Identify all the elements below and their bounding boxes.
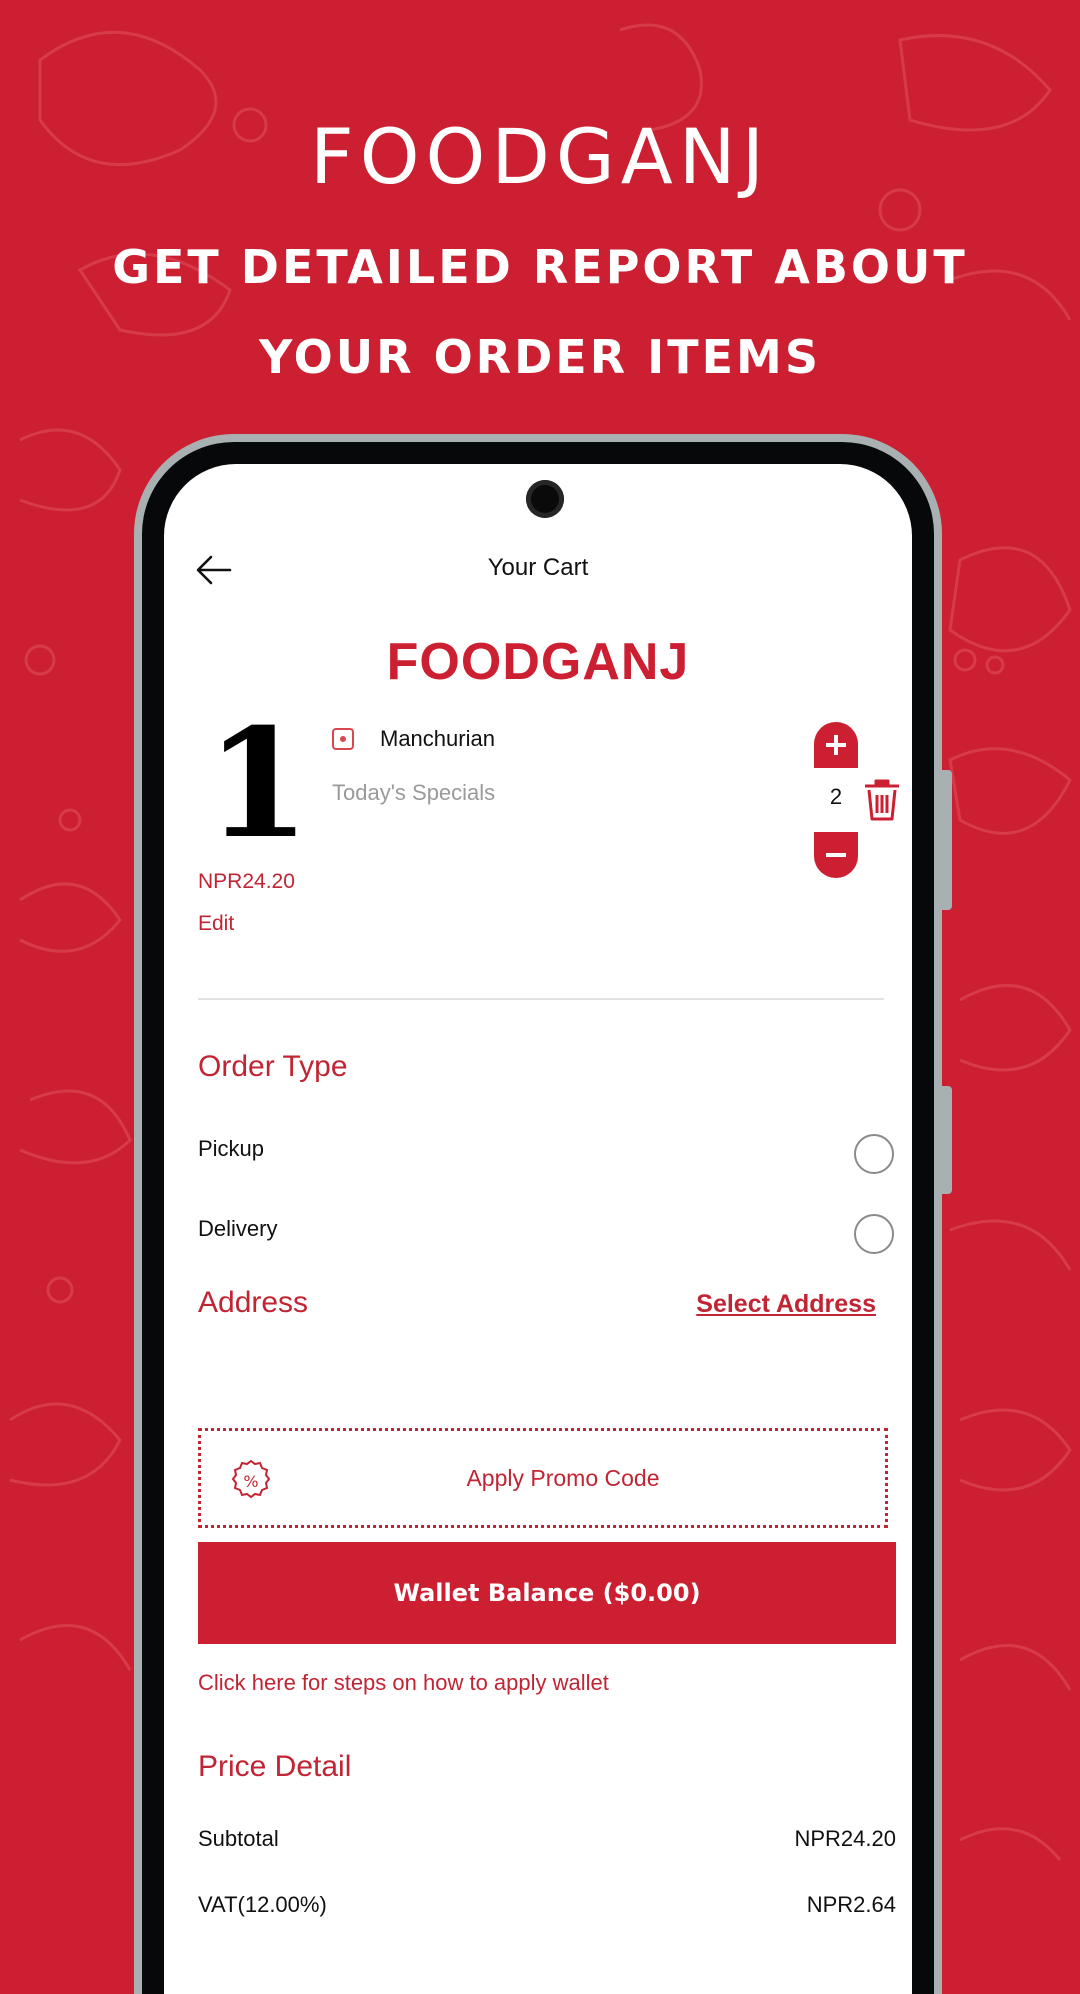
price-row-label: VAT(12.00%) — [198, 1892, 327, 1917]
address-title: Address — [198, 1286, 309, 1319]
quantity-stepper: 2 — [814, 722, 858, 886]
item-thumbnail: 1 — [205, 722, 311, 846]
item-name: Manchurian — [380, 726, 495, 751]
top-app-bar: Your Cart — [164, 544, 912, 604]
apply-promo-code-button[interactable]: % Apply Promo Code — [198, 1428, 888, 1528]
price-row-label: Subtotal — [198, 1826, 279, 1851]
plus-icon — [826, 735, 846, 755]
price-row-value: NPR2.64 — [806, 1892, 896, 1917]
promo-brand-title: FOODGANJ — [309, 112, 771, 201]
minus-icon — [826, 853, 846, 857]
item-price: NPR24.20 — [198, 870, 295, 893]
item-category: Today's Specials — [332, 780, 496, 805]
section-divider — [198, 998, 884, 1000]
select-address-link[interactable]: Select Address — [696, 1290, 876, 1319]
promo-code-label: Apply Promo Code — [466, 1465, 660, 1491]
promo-tagline-line1: GET DETAILED REPORT ABOUT — [112, 240, 968, 294]
price-detail-title: Price Detail — [198, 1750, 352, 1783]
store-name: FOODGANJ — [386, 633, 690, 691]
app-screen: Your Cart FOODGANJ 1 Manchurian Today's … — [164, 464, 912, 1994]
phone-volume-button — [940, 770, 952, 910]
price-row-vat: VAT(12.00%) NPR2.64 — [198, 1892, 896, 1918]
promo-tagline-line2: YOUR ORDER ITEMS — [259, 330, 821, 384]
veg-indicator-icon — [332, 728, 354, 750]
order-type-title: Order Type — [198, 1050, 348, 1083]
trash-icon[interactable] — [862, 778, 902, 822]
front-camera — [526, 480, 564, 518]
delivery-radio[interactable] — [854, 1214, 894, 1254]
wallet-help-link[interactable]: Click here for steps on how to apply wal… — [198, 1670, 609, 1696]
phone-frame: Your Cart FOODGANJ 1 Manchurian Today's … — [134, 434, 952, 1994]
pickup-label[interactable]: Pickup — [198, 1136, 264, 1162]
phone-power-button — [940, 1086, 952, 1194]
price-row-subtotal: Subtotal NPR24.20 — [198, 1826, 896, 1852]
edit-item-link[interactable]: Edit — [198, 912, 234, 936]
delivery-label[interactable]: Delivery — [198, 1216, 277, 1242]
price-row-value: NPR24.20 — [794, 1826, 896, 1851]
cart-item: 1 Manchurian Today's Specials NPR24.20 E… — [198, 722, 899, 962]
pickup-radio[interactable] — [854, 1134, 894, 1174]
phone-bezel: Your Cart FOODGANJ 1 Manchurian Today's … — [142, 442, 934, 1994]
decrement-button[interactable] — [814, 832, 858, 878]
wallet-balance-button[interactable]: Wallet Balance ($0.00) — [198, 1542, 896, 1644]
page-title: Your Cart — [487, 554, 589, 581]
quantity-value: 2 — [829, 784, 843, 809]
increment-button[interactable] — [814, 722, 858, 768]
